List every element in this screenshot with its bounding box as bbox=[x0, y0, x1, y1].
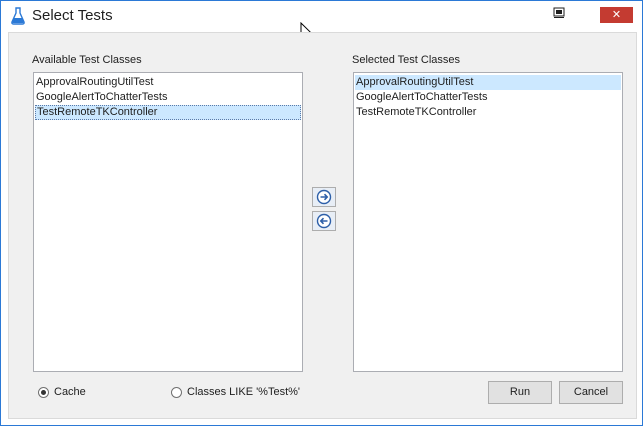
list-item[interactable]: GoogleAlertToChatterTests bbox=[355, 90, 621, 105]
classes-like-radio[interactable] bbox=[171, 386, 182, 398]
selected-classes-label: Selected Test Classes bbox=[352, 54, 461, 66]
list-item[interactable]: ApprovalRoutingUtilTest bbox=[355, 75, 621, 90]
dialog-body: Available Test Classes ApprovalRoutingUt… bbox=[8, 32, 637, 419]
window-title: Select Tests bbox=[32, 7, 113, 24]
select-tests-window: Select Tests ✕ Available Test Classes Ap… bbox=[0, 0, 643, 426]
flask-icon bbox=[11, 7, 25, 25]
list-item[interactable]: GoogleAlertToChatterTests bbox=[35, 90, 301, 105]
cache-label: Cache bbox=[54, 386, 86, 398]
classes-like-label: Classes LIKE '%Test%' bbox=[187, 386, 301, 398]
add-selected-button[interactable] bbox=[312, 187, 336, 207]
arrow-left-icon bbox=[316, 213, 332, 229]
available-classes-label: Available Test Classes bbox=[32, 54, 142, 66]
cancel-button[interactable]: Cancel bbox=[559, 381, 623, 404]
cache-radio[interactable] bbox=[38, 386, 49, 398]
classes-like-option[interactable]: Classes LIKE '%Test%' bbox=[171, 386, 300, 398]
title-bar[interactable]: Select Tests ✕ bbox=[1, 1, 642, 31]
restore-icon[interactable] bbox=[553, 7, 565, 19]
list-item[interactable]: TestRemoteTKController bbox=[355, 105, 621, 120]
arrow-right-icon bbox=[316, 189, 332, 205]
list-item[interactable]: ApprovalRoutingUtilTest bbox=[35, 75, 301, 90]
selected-classes-list[interactable]: ApprovalRoutingUtilTest GoogleAlertToCha… bbox=[353, 72, 623, 372]
remove-selected-button[interactable] bbox=[312, 211, 336, 231]
run-button[interactable]: Run bbox=[488, 381, 552, 404]
close-button[interactable]: ✕ bbox=[600, 7, 633, 23]
available-classes-list[interactable]: ApprovalRoutingUtilTest GoogleAlertToCha… bbox=[33, 72, 303, 372]
list-item[interactable]: TestRemoteTKController bbox=[35, 105, 301, 120]
cache-option[interactable]: Cache bbox=[38, 386, 86, 398]
